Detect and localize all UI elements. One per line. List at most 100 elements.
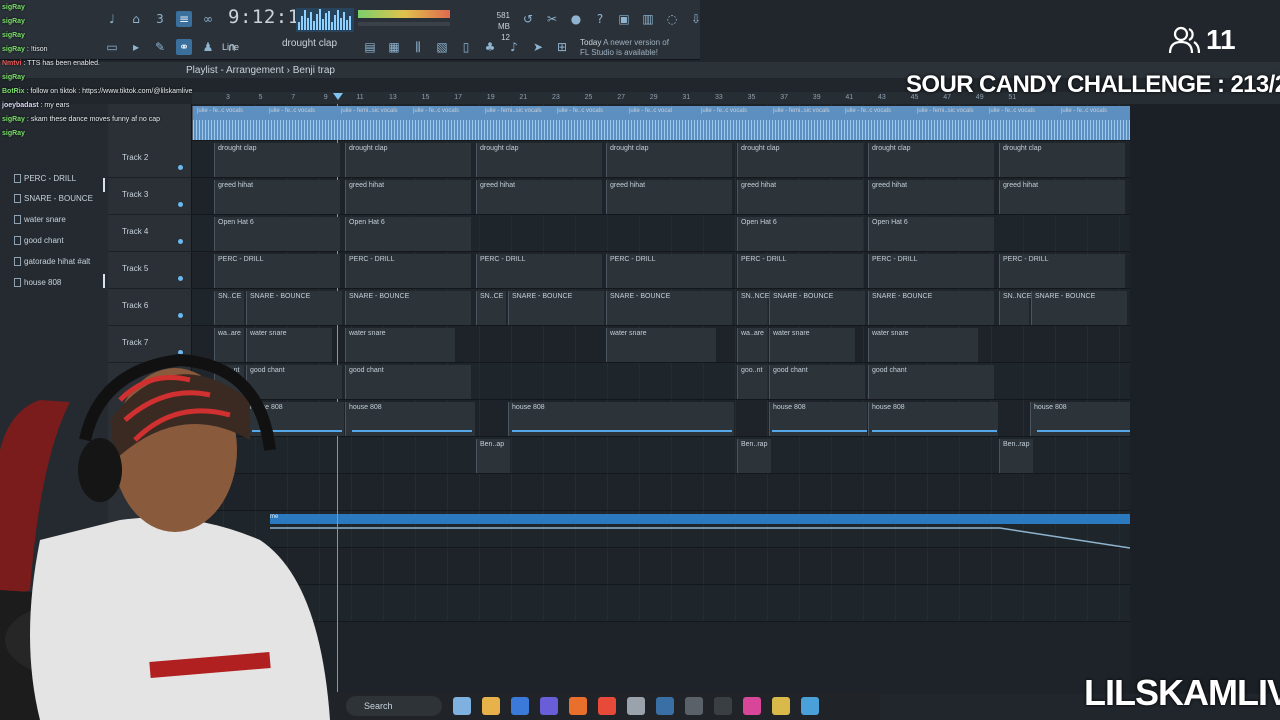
automation-clip[interactable]: me <box>270 514 1130 524</box>
instagram-icon[interactable] <box>743 697 761 715</box>
layers-app-icon[interactable] <box>772 697 790 715</box>
track-enable-led[interactable] <box>178 202 183 207</box>
water-snare-clip[interactable]: water snare <box>345 328 455 362</box>
open-hat-clip[interactable]: Open Hat 6 <box>214 217 340 251</box>
perc-drill-clip[interactable]: PERC - DRILL <box>214 254 340 288</box>
track-enable-led[interactable] <box>178 276 183 281</box>
water-snare-clip[interactable]: wa..are <box>737 328 767 362</box>
open-hat-clip[interactable]: Open Hat 6 <box>345 217 471 251</box>
track-enable-led[interactable] <box>178 239 183 244</box>
perc-drill-clip[interactable]: PERC - DRILL <box>476 254 602 288</box>
drought-clap-clip[interactable]: drought clap <box>737 143 863 177</box>
track-header[interactable]: Track 3 <box>108 178 192 215</box>
greed-hihat-clip[interactable]: greed hihat <box>345 180 471 214</box>
pattern-item[interactable]: house 808 <box>14 273 61 291</box>
drought-clap-clip[interactable]: drought clap <box>476 143 602 177</box>
microphone-icon[interactable]: ● <box>568 11 584 27</box>
touch-icon[interactable]: ➤ <box>530 39 546 55</box>
pattern-item[interactable]: SNARE - BOUNCE <box>14 190 93 208</box>
snare-bounce-clip[interactable]: SNARE - BOUNCE <box>868 291 994 325</box>
playlist-icon[interactable]: ▤ <box>362 39 378 55</box>
open-hat-clip[interactable]: Open Hat 6 <box>868 217 994 251</box>
brave-icon[interactable] <box>598 697 616 715</box>
drought-clap-clip[interactable]: drought clap <box>214 143 340 177</box>
open-hat-clip[interactable]: Open Hat 6 <box>737 217 863 251</box>
perc-drill-clip[interactable]: PERC - DRILL <box>606 254 732 288</box>
greed-hihat-clip[interactable]: greed hihat <box>999 180 1125 214</box>
track-enable-led[interactable] <box>178 313 183 318</box>
undo-icon[interactable]: ↺ <box>520 11 536 27</box>
track-lane[interactable] <box>192 585 1280 622</box>
copilot-icon[interactable] <box>453 697 471 715</box>
good-chant-clip[interactable]: good chant <box>345 365 471 399</box>
water-snare-clip[interactable]: water snare <box>606 328 716 362</box>
snare-bounce-clip[interactable]: SN..NCE <box>999 291 1031 325</box>
save-icon[interactable]: ▣ <box>616 11 632 27</box>
download-icon[interactable]: ⇩ <box>688 11 704 27</box>
greed-hihat-clip[interactable]: greed hihat <box>868 180 994 214</box>
track-header[interactable]: Track 4 <box>108 215 192 252</box>
browser-icon[interactable]: ▯ <box>458 39 474 55</box>
track-lane[interactable] <box>192 474 1280 511</box>
pattern-item[interactable]: good chant <box>14 231 64 249</box>
help-icon[interactable]: ? <box>592 11 608 27</box>
good-chant-clip[interactable]: goo..nt <box>737 365 767 399</box>
snare-bounce-clip[interactable]: SN..CE <box>476 291 506 325</box>
perc-drill-clip[interactable]: PERC - DRILL <box>999 254 1125 288</box>
drought-clap-clip[interactable]: drought clap <box>868 143 994 177</box>
snare-bounce-clip[interactable]: SNARE - BOUNCE <box>606 291 732 325</box>
greed-hihat-clip[interactable]: greed hihat <box>737 180 863 214</box>
snare-bounce-clip[interactable]: SNARE - BOUNCE <box>508 291 604 325</box>
snap-mode-label[interactable]: Line <box>222 42 239 52</box>
taskbar-search[interactable]: Search <box>346 696 442 716</box>
snare-bounce-clip[interactable]: SN..CE <box>214 291 244 325</box>
snare-bounce-clip[interactable]: SNARE - BOUNCE <box>1031 291 1127 325</box>
track-header[interactable]: Track 6 <box>108 289 192 326</box>
drought-clap-clip[interactable]: drought clap <box>999 143 1125 177</box>
perc-drill-clip[interactable]: PERC - DRILL <box>868 254 994 288</box>
update-notice[interactable]: Today A newer version of FL Studio is av… <box>580 38 669 58</box>
plugin-icon[interactable]: ♣ <box>482 39 498 55</box>
store-icon[interactable] <box>511 697 529 715</box>
snare-bounce-clip[interactable]: SN..NCE <box>737 291 769 325</box>
mixer-window-icon[interactable]: ⫼ <box>410 39 426 55</box>
snare-bounce-clip[interactable]: SNARE - BOUNCE <box>769 291 865 325</box>
benji-trap-clip[interactable]: Ben..rap <box>737 439 771 473</box>
playhead-marker[interactable] <box>333 93 343 100</box>
greed-hihat-clip[interactable]: greed hihat <box>606 180 732 214</box>
chat-icon[interactable]: ◌ <box>664 11 680 27</box>
steam-icon[interactable] <box>656 697 674 715</box>
perc-drill-clip[interactable]: PERC - DRILL <box>737 254 863 288</box>
discord-icon[interactable] <box>540 697 558 715</box>
track-lane[interactable] <box>192 437 1280 474</box>
pattern-item[interactable]: PERC - DRILL <box>14 169 76 187</box>
snare-bounce-clip[interactable]: SNARE - BOUNCE <box>345 291 471 325</box>
snare-bounce-clip[interactable]: SNARE - BOUNCE <box>246 291 342 325</box>
cut-icon[interactable]: ✂ <box>544 11 560 27</box>
track-header[interactable]: Track 5 <box>108 252 192 289</box>
good-chant-clip[interactable]: good chant <box>868 365 994 399</box>
good-chant-clip[interactable]: good chant <box>769 365 865 399</box>
obs-icon[interactable] <box>627 697 645 715</box>
track-lane[interactable] <box>192 548 1280 585</box>
pattern-selector[interactable]: drought clap <box>282 38 346 54</box>
perc-drill-clip[interactable]: PERC - DRILL <box>345 254 471 288</box>
mixer-icon[interactable]: ▥ <box>640 11 656 27</box>
greed-hihat-clip[interactable]: greed hihat <box>214 180 340 214</box>
pattern-item[interactable]: gatorade hihat #alt <box>14 252 90 270</box>
app-icon[interactable] <box>685 697 703 715</box>
water-snare-clip[interactable]: water snare <box>868 328 978 362</box>
channel-rack-icon[interactable]: ▧ <box>434 39 450 55</box>
playlist-grid[interactable]: me julie - fe..c vocals julie - fe..c voc… <box>192 104 1280 694</box>
notepad-icon[interactable] <box>801 697 819 715</box>
cart-icon[interactable]: ⊞ <box>554 39 570 55</box>
drought-clap-clip[interactable]: drought clap <box>606 143 732 177</box>
benji-trap-clip[interactable]: Ben..rap <box>999 439 1033 473</box>
file-explorer-icon[interactable] <box>482 697 500 715</box>
piano-roll-icon[interactable]: ▦ <box>386 39 402 55</box>
benji-trap-clip[interactable]: Ben..ap <box>476 439 510 473</box>
track-enable-led[interactable] <box>178 165 183 170</box>
water-snare-clip[interactable]: water snare <box>769 328 855 362</box>
drought-clap-clip[interactable]: drought clap <box>345 143 471 177</box>
4k-app-icon[interactable] <box>714 697 732 715</box>
